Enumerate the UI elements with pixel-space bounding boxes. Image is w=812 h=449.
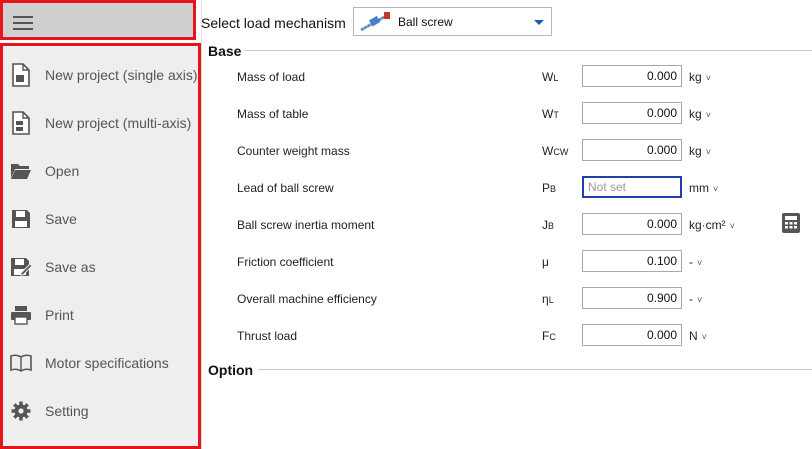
sidebar-item-label: New project (multi-axis)	[45, 115, 192, 131]
printer-icon	[9, 303, 33, 327]
ball-screw-inertia-moment-input[interactable]	[582, 213, 682, 235]
param-row-thrust-load: Thrust load FC N˅	[237, 324, 797, 348]
section-title-option: Option	[208, 362, 254, 378]
sidebar-item-label: Motor specifications	[45, 355, 169, 371]
sidebar-item-save-as[interactable]: Save as	[3, 245, 198, 289]
lead-of-ball-screw-input[interactable]	[582, 176, 682, 198]
load-mechanism-value: Ball screw	[398, 14, 453, 29]
book-icon	[9, 351, 33, 375]
overall-machine-efficiency-input[interactable]	[582, 287, 682, 309]
param-symbol: WCW	[542, 144, 569, 158]
param-label: Overall machine efficiency	[237, 292, 377, 306]
load-mechanism-label: Select load mechanism	[201, 15, 346, 31]
param-symbol: μ	[542, 255, 549, 269]
menu-toggle-button[interactable]	[0, 0, 196, 40]
param-row-counter-weight-mass: Counter weight mass WCW kg˅	[237, 139, 797, 163]
param-row-mass-of-table: Mass of table WT kg˅	[237, 102, 797, 126]
hamburger-icon	[13, 16, 33, 34]
new-file-icon	[9, 63, 33, 87]
chevron-down-icon: ˅	[729, 221, 735, 231]
sidebar-item-save[interactable]: Save	[3, 197, 198, 241]
sidebar-item-open[interactable]: Open	[3, 149, 198, 193]
sidebar-item-label: Save	[45, 211, 77, 227]
chevron-down-icon: ˅	[713, 184, 719, 194]
chevron-down-icon: ˅	[701, 332, 707, 342]
unit-dropdown[interactable]: kg ˅	[689, 70, 711, 84]
param-symbol: FC	[542, 329, 556, 343]
param-row-mass-of-load: Mass of load WL kg˅	[237, 65, 797, 89]
counter-weight-mass-input[interactable]	[582, 139, 682, 161]
param-label: Mass of table	[237, 107, 309, 121]
param-row-friction-coefficient: Friction coefficient μ -˅	[237, 250, 797, 274]
new-multi-file-icon	[9, 111, 33, 135]
save-as-icon	[9, 255, 33, 279]
unit-dropdown[interactable]: kg ˅	[689, 107, 711, 121]
sidebar-item-motor-specifications[interactable]: Motor specifications	[3, 341, 198, 385]
param-symbol: JB	[542, 218, 555, 232]
param-symbol: WL	[542, 70, 559, 84]
param-label: Lead of ball screw	[237, 181, 334, 195]
section-divider-option	[258, 369, 812, 370]
chevron-down-icon: ˅	[697, 258, 703, 268]
floppy-disk-icon	[9, 207, 33, 231]
chevron-down-icon: ˅	[705, 147, 711, 157]
sidebar-item-print[interactable]: Print	[3, 293, 198, 337]
unit-dropdown[interactable]: kg·cm² ˅	[689, 218, 735, 232]
sidebar-menu: New project (single axis) New project (m…	[0, 43, 201, 449]
sidebar-item-new-project-single-axis[interactable]: New project (single axis)	[3, 53, 198, 97]
gear-icon	[9, 399, 33, 423]
mass-of-table-input[interactable]	[582, 102, 682, 124]
sidebar-item-label: Print	[45, 307, 74, 323]
chevron-down-icon	[534, 20, 544, 25]
param-row-ball-screw-inertia-moment: Ball screw inertia moment JB kg·cm²˅	[237, 213, 797, 237]
load-mechanism-dropdown[interactable]: Ball screw	[353, 7, 552, 36]
sidebar-item-label: New project (single axis)	[45, 67, 198, 83]
param-label: Mass of load	[237, 70, 306, 84]
unit-dropdown[interactable]: mm ˅	[689, 181, 718, 195]
param-row-overall-machine-efficiency: Overall machine efficiency ηL -˅	[237, 287, 797, 311]
param-label: Ball screw inertia moment	[237, 218, 375, 232]
param-label: Thrust load	[237, 329, 298, 343]
param-symbol: ηL	[542, 292, 554, 306]
param-row-lead-of-ball-screw: Lead of ball screw PB mm˅	[237, 176, 797, 200]
unit-dropdown[interactable]: N ˅	[689, 329, 707, 343]
unit-dropdown[interactable]: kg ˅	[689, 144, 711, 158]
sidebar-item-label: Open	[45, 163, 80, 179]
param-symbol: WT	[542, 107, 559, 121]
folder-open-icon	[9, 159, 33, 183]
section-title-base: Base	[208, 43, 242, 59]
section-divider-base	[244, 50, 812, 51]
thrust-load-input[interactable]	[582, 324, 682, 346]
panel-divider	[201, 0, 202, 449]
param-label: Counter weight mass	[237, 144, 350, 158]
sidebar-item-label: Save as	[45, 259, 96, 275]
sidebar-item-label: Setting	[45, 403, 89, 419]
calculator-icon[interactable]	[781, 213, 801, 233]
sidebar-item-new-project-multi-axis[interactable]: New project (multi-axis)	[3, 101, 198, 145]
chevron-down-icon: ˅	[697, 295, 703, 305]
sidebar-item-setting[interactable]: Setting	[3, 389, 198, 433]
mass-of-load-input[interactable]	[582, 65, 682, 87]
friction-coefficient-input[interactable]	[582, 250, 682, 272]
chevron-down-icon: ˅	[705, 110, 711, 120]
chevron-down-icon: ˅	[705, 73, 711, 83]
ball-screw-icon	[358, 11, 392, 33]
unit-dropdown[interactable]: - ˅	[689, 255, 702, 269]
param-label: Friction coefficient	[237, 255, 334, 269]
param-symbol: PB	[542, 181, 557, 195]
unit-dropdown[interactable]: - ˅	[689, 292, 702, 306]
